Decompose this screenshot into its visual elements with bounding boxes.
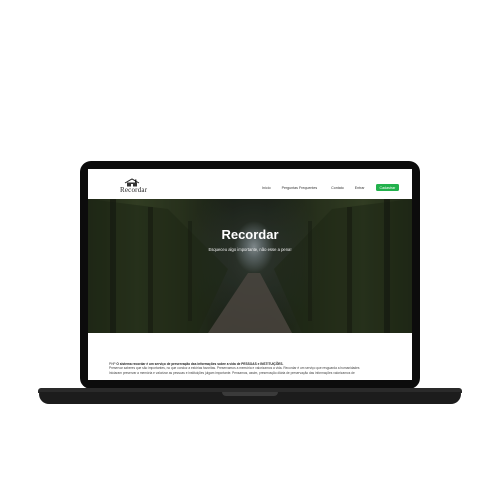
logo-text: Recordar bbox=[120, 186, 148, 194]
nav-item-inicio[interactable]: Início bbox=[262, 186, 271, 190]
site-header: Recordar Início Perguntas Frequentes Con… bbox=[88, 169, 412, 199]
intro-line-3: Iniciaram preservar a memória e valoriza… bbox=[109, 370, 355, 375]
signup-button[interactable]: Cadastrar bbox=[375, 184, 400, 192]
laptop-notch bbox=[222, 392, 278, 396]
nav-item-faq[interactable]: Perguntas Frequentes bbox=[282, 186, 318, 190]
intro-text: PHP O sistema recordar é um serviço de p… bbox=[109, 362, 391, 375]
nav-item-contato[interactable]: Contato bbox=[331, 186, 344, 190]
hero-background-image bbox=[88, 199, 412, 333]
nav-item-entrar[interactable]: Entrar bbox=[355, 186, 365, 190]
intro-prefix: PHP bbox=[109, 362, 116, 366]
intro-lead-bold: O sistema recordar é um serviço de prese… bbox=[116, 362, 284, 366]
site-logo[interactable]: Recordar bbox=[120, 178, 148, 196]
hero-section: Recordar Esqueceu algo importante, não e… bbox=[88, 199, 412, 333]
main-nav: Início Perguntas Frequentes Contato Entr… bbox=[262, 184, 400, 192]
hero-title: Recordar bbox=[221, 227, 279, 242]
hero-subtitle: Esqueceu algo importante, não esse a pen… bbox=[208, 247, 292, 252]
laptop-screen: Recordar Início Perguntas Frequentes Con… bbox=[88, 169, 412, 380]
